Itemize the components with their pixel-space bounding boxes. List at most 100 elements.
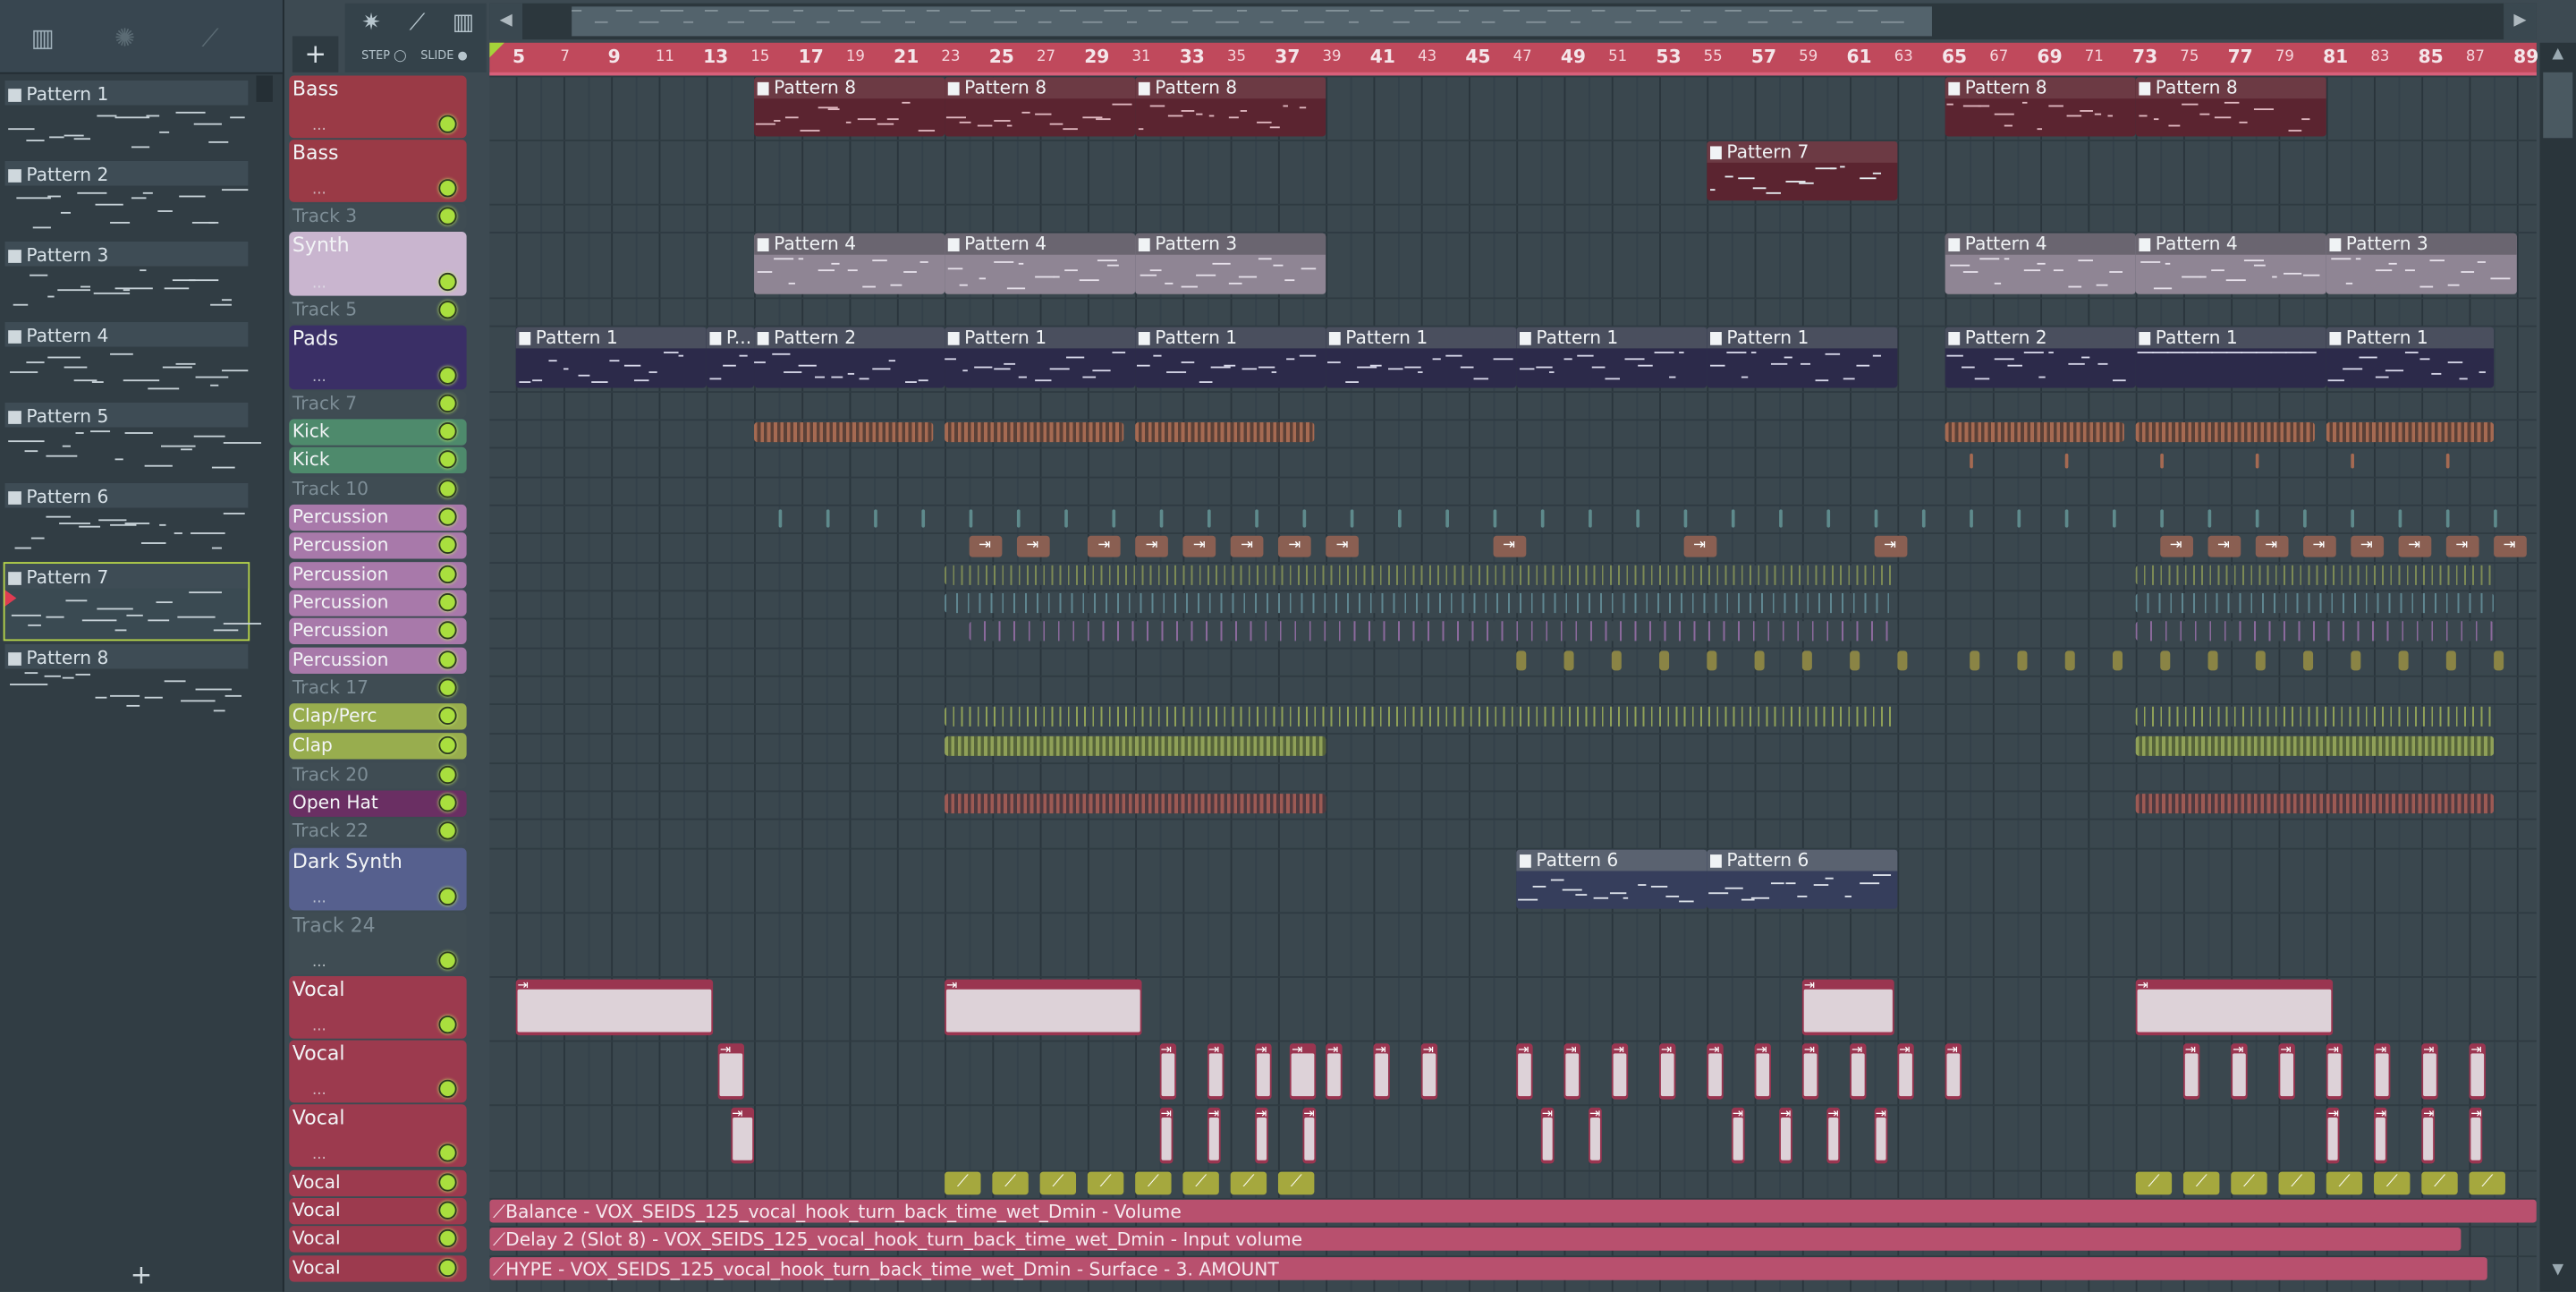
vocal-audio-clip[interactable]: ⇥ [2421, 1107, 2435, 1164]
perc-hit[interactable] [1207, 509, 1210, 528]
track-header[interactable]: Track 10 [289, 476, 467, 504]
perc-hit[interactable] [2159, 509, 2164, 528]
perc-audio-clip[interactable]: ⇥ [2159, 535, 2193, 557]
perc-hit[interactable] [1826, 509, 1830, 528]
track-header[interactable]: Dark Synth... [289, 847, 467, 911]
clap-perc-loop[interactable] [2135, 706, 2494, 727]
perc-audio-clip[interactable]: ⇥ [1087, 535, 1121, 557]
track-menu-dots[interactable]: ... [312, 1019, 326, 1035]
vocal-audio-clip[interactable]: ⇥ [1301, 1107, 1316, 1164]
kick-hit[interactable] [2445, 453, 2449, 469]
perc-hit[interactable] [1111, 509, 1115, 528]
perc-hit[interactable] [2063, 509, 2068, 528]
add-track-button[interactable]: + [292, 36, 339, 72]
open-hat-loop[interactable] [2135, 794, 2494, 814]
track-menu-dots[interactable]: ... [312, 890, 326, 906]
vocal-audio-clip[interactable]: ⇥ [1801, 1042, 1819, 1100]
automation-clip[interactable]: ⟋ [1277, 1171, 1315, 1195]
perc-audio-clip[interactable]: ⇥ [2302, 535, 2335, 557]
vocal-audio-clip[interactable]: ⇥ [2231, 1042, 2248, 1100]
perc-hit[interactable] [1801, 650, 1812, 671]
clip-pattern-8[interactable]: Pattern 8 [1945, 77, 2136, 137]
vocal-audio-clip[interactable]: ⇥ [1563, 1042, 1580, 1100]
kick-clip[interactable] [1945, 422, 2124, 443]
kick-hit[interactable] [2350, 453, 2354, 469]
perc-hit[interactable] [2112, 509, 2115, 528]
clip-pads-pattern[interactable]: Pattern 1 [2135, 327, 2326, 388]
perc-hit[interactable] [2445, 509, 2449, 528]
clip-pattern-6[interactable]: Pattern 6 [1707, 849, 1898, 909]
perc-hit[interactable] [2302, 509, 2306, 528]
track-header[interactable]: Clap [289, 733, 467, 760]
perc-hit[interactable] [2112, 650, 2123, 671]
perc-hit[interactable] [2445, 650, 2455, 671]
track-menu-dots[interactable]: ... [312, 276, 326, 293]
automation-clip[interactable]: ⟋ [2135, 1171, 2173, 1195]
track-mute-toggle[interactable] [438, 1258, 457, 1278]
perc-audio-clip[interactable]: ⇥ [1873, 535, 1907, 557]
perc-hit[interactable] [1969, 650, 1979, 671]
clip-pads-pattern[interactable]: Pattern 2 [1945, 327, 2136, 388]
perc-hit[interactable] [1539, 509, 1544, 528]
perc-audio-clip[interactable]: ⇥ [2350, 535, 2384, 557]
track-mute-toggle[interactable] [438, 1173, 457, 1192]
perc-hit[interactable] [2493, 650, 2504, 671]
track-header[interactable]: Bass... [289, 140, 467, 202]
track-mute-toggle[interactable] [438, 951, 457, 970]
automation-icon[interactable]: ⟋ [397, 6, 436, 39]
automation-clip[interactable]: ⟋ [2421, 1171, 2458, 1195]
scroll-down-arrow-icon[interactable]: ▼ [2543, 1262, 2572, 1286]
track-mute-toggle[interactable] [438, 507, 457, 526]
kick-clip[interactable] [945, 422, 1123, 443]
vocal-audio-clip[interactable]: ⇥ [1754, 1042, 1771, 1100]
pattern-item[interactable]: Pattern 1 [4, 80, 249, 156]
track-header[interactable]: Clap/Perc [289, 703, 467, 730]
track-header[interactable]: Vocal [289, 1197, 467, 1225]
vocal-audio-clip[interactable]: ⇥ [945, 979, 1142, 1036]
perc-hit[interactable] [777, 509, 782, 528]
vocal-audio-clip[interactable]: ⇥ [1897, 1042, 1914, 1100]
perc-hit[interactable] [968, 509, 972, 528]
vocal-audio-clip[interactable]: ⇥ [1326, 1042, 1343, 1100]
track-mute-toggle[interactable] [438, 765, 457, 785]
pattern-item[interactable]: Pattern 7 [3, 562, 262, 642]
perc-hit[interactable] [825, 509, 829, 528]
track-header[interactable]: Vocal [289, 1226, 467, 1253]
vocal-audio-clip[interactable]: ⇥ [1611, 1042, 1629, 1100]
clip-synth-pattern[interactable]: Pattern 3 [2326, 233, 2517, 294]
perc-hit[interactable] [1349, 509, 1353, 528]
vocal-audio-clip[interactable]: ⇥ [515, 979, 714, 1036]
kick-clip[interactable] [2326, 422, 2494, 443]
track-header[interactable]: Synth... [289, 231, 467, 296]
pattern-item[interactable]: Pattern 5 [4, 402, 262, 478]
perc-hit[interactable] [920, 509, 925, 528]
track-mute-toggle[interactable] [438, 207, 457, 225]
track-header[interactable]: Track 22 [289, 818, 467, 846]
track-header[interactable]: Track 7 [289, 391, 467, 418]
perc-hit[interactable] [2159, 650, 2170, 671]
vocal-audio-clip[interactable]: ⇥ [1207, 1042, 1224, 1100]
track-header[interactable]: Kick [289, 446, 467, 473]
clip-pattern-7[interactable]: Pattern 7 [1707, 140, 1898, 201]
automation-clip[interactable]: ⟋ [992, 1171, 1029, 1195]
automation-clip[interactable]: ⟋ [2469, 1171, 2505, 1195]
track-header[interactable]: Vocal [289, 1255, 467, 1282]
track-mute-toggle[interactable] [438, 422, 457, 441]
clip-pads-pattern[interactable]: P... [706, 327, 755, 388]
track-mute-toggle[interactable] [438, 678, 457, 697]
perc-hit[interactable] [2016, 650, 2027, 671]
track-mute-toggle[interactable] [438, 821, 457, 840]
vocal-audio-clip[interactable]: ⇥ [1420, 1042, 1438, 1100]
perc-hit[interactable] [2302, 650, 2313, 671]
perc-hit[interactable] [1635, 509, 1640, 528]
clip-pads-pattern[interactable]: Pattern 1 [1707, 327, 1898, 388]
track-mute-toggle[interactable] [438, 301, 457, 319]
perc-hit[interactable] [1492, 509, 1496, 528]
vocal-audio-clip[interactable]: ⇥ [2374, 1042, 2391, 1100]
scroll-right-arrow-icon[interactable]: ▶ [2504, 3, 2537, 40]
scroll-left-arrow-icon[interactable]: ◀ [489, 3, 523, 40]
vocal-audio-clip[interactable]: ⇥ [1588, 1107, 1601, 1164]
vertical-scroll-thumb[interactable] [2543, 72, 2573, 139]
track-header[interactable]: Percussion [289, 617, 467, 644]
add-pattern-button[interactable]: + [0, 1259, 283, 1292]
